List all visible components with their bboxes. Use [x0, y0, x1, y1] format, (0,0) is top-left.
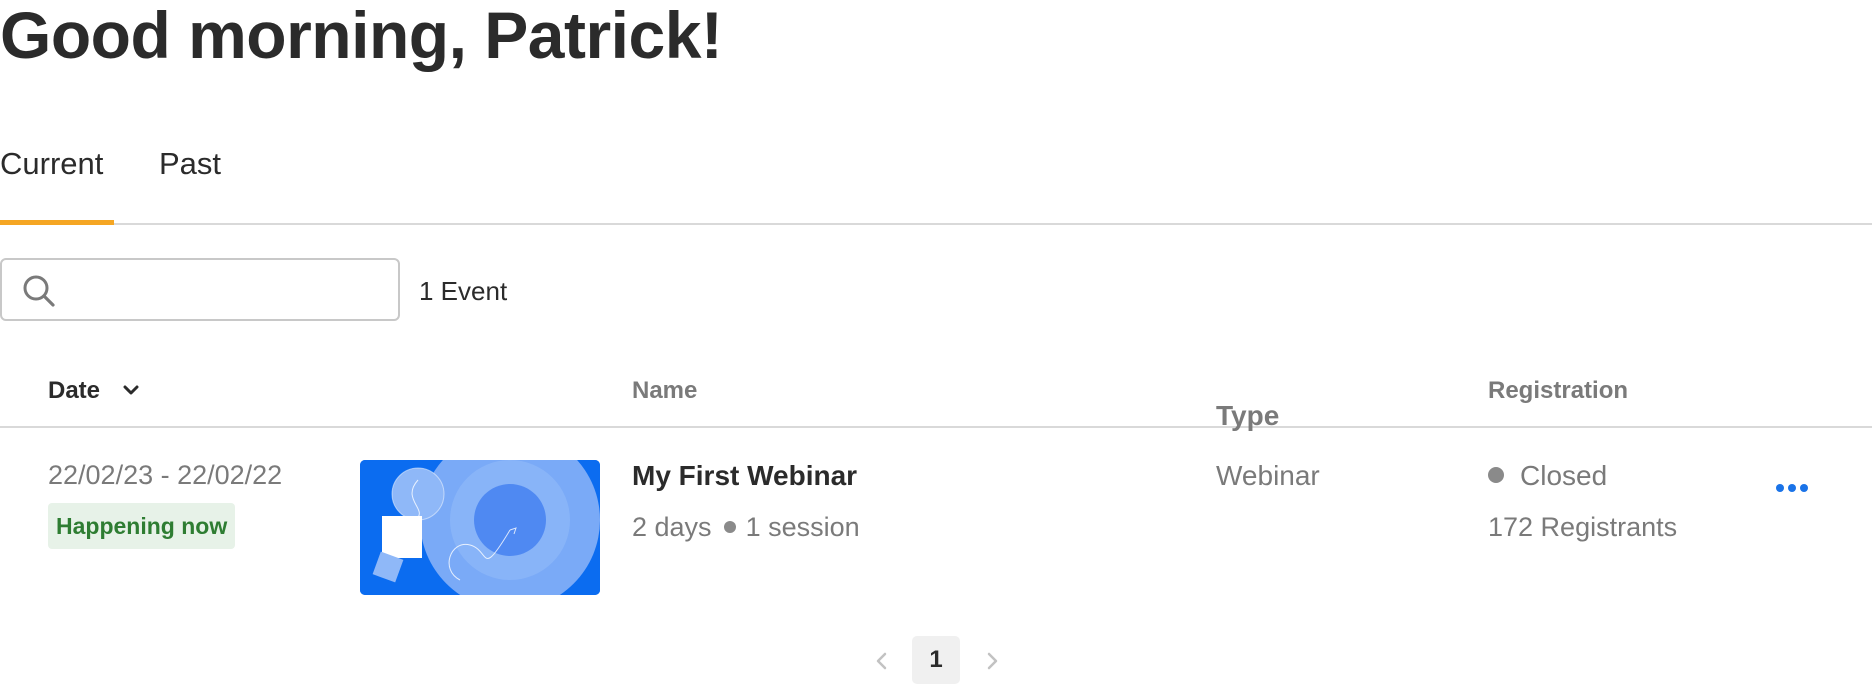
page-title: Good morning, Patrick!: [0, 0, 723, 72]
search-box[interactable]: [0, 258, 400, 321]
column-header-name: Name: [632, 377, 698, 404]
more-horizontal-icon: [1776, 484, 1784, 492]
event-sessions: 1 session: [745, 512, 860, 542]
search-icon: [23, 275, 55, 307]
event-date-range: 22/02/23 - 22/02/22: [48, 460, 283, 490]
pagination: 1: [0, 636, 1872, 686]
column-header-registration: Registration: [1488, 377, 1629, 404]
chevron-right-icon: [987, 652, 998, 670]
status-dot-icon: [1488, 467, 1504, 484]
event-name-link[interactable]: My First Webinar: [632, 460, 857, 492]
chevron-down-icon: [123, 385, 139, 395]
column-header-date-label: Date: [48, 377, 101, 404]
table-row[interactable]: 22/02/23 - 22/02/22 Happening now My Fir…: [0, 430, 1872, 610]
page-button-current[interactable]: 1: [912, 636, 960, 684]
next-page-button[interactable]: [980, 648, 1004, 674]
search-input[interactable]: [74, 270, 384, 310]
separator-dot: [723, 521, 736, 534]
registration-status-label: Closed: [1520, 460, 1608, 491]
event-type: Webinar: [1216, 460, 1320, 491]
event-duration: 2 days: [632, 512, 712, 542]
more-options-button[interactable]: [1774, 476, 1810, 500]
tab-bar: Current Past: [0, 140, 1872, 225]
previous-page-button[interactable]: [870, 648, 894, 674]
thumbnail-illustration: [360, 460, 600, 595]
tab-current[interactable]: Current: [0, 146, 103, 182]
active-tab-indicator: [0, 220, 114, 225]
event-meta: 2 days 1 session: [632, 512, 860, 543]
chevron-left-icon: [876, 652, 887, 670]
registrant-count: 172 Registrants: [1488, 512, 1678, 542]
registration-status: Closed: [1488, 460, 1607, 492]
event-count: 1 Event: [419, 276, 508, 306]
column-header-type: Type: [1216, 400, 1280, 431]
status-badge: Happening now: [48, 503, 236, 549]
column-header-date[interactable]: Date: [48, 377, 139, 405]
event-thumbnail[interactable]: [360, 460, 600, 595]
tab-past[interactable]: Past: [159, 146, 221, 182]
table-header: Date Name Type Registration: [0, 370, 1872, 431]
